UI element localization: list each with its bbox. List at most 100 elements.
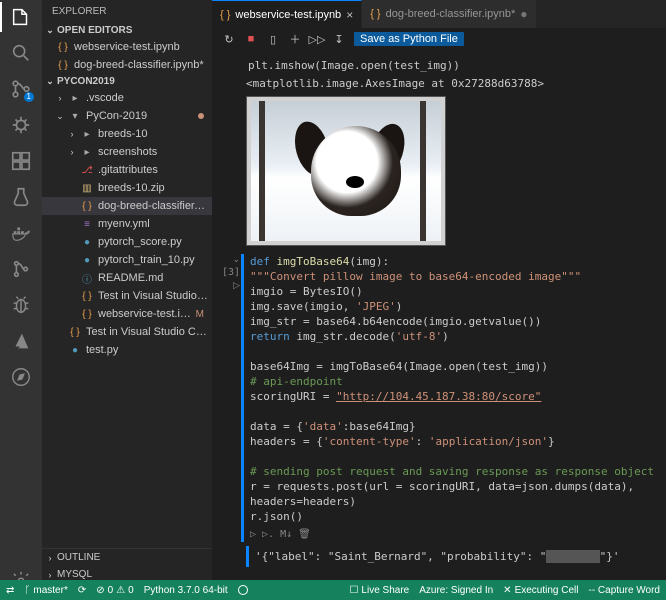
py-icon: ●: [80, 253, 94, 267]
file-label: README.md: [98, 272, 208, 284]
editor-tab[interactable]: { }dog-breed-classifier.ipynb*●: [362, 0, 536, 28]
cell-output-image: [246, 96, 446, 246]
outline-section[interactable]: ›OUTLINE: [42, 549, 212, 566]
sync-icon[interactable]: ⟳: [78, 585, 86, 596]
tree-item[interactable]: ⎇.gitattributes: [42, 161, 212, 179]
file-label: dog-breed-classifier.ipynb: [98, 200, 208, 212]
tree-item[interactable]: ⌄▾PyCon-2019: [42, 107, 212, 125]
tree-item[interactable]: { }dog-breed-classifier.ipynb: [42, 197, 212, 215]
code-line: [250, 404, 658, 419]
zip-icon: ▥: [80, 181, 94, 195]
capture-word[interactable]: -- Capture Word: [588, 585, 660, 596]
tree-item[interactable]: ≡myenv.yml: [42, 215, 212, 233]
azure-signin[interactable]: Azure: Signed In: [419, 585, 493, 596]
tree-item[interactable]: ● test.py: [42, 341, 212, 359]
tree-item[interactable]: ›▸breeds-10: [42, 125, 212, 143]
run-cell-icon[interactable]: ▷: [250, 527, 256, 542]
code-line: imgio = BytesIO(): [250, 284, 658, 299]
file-label: pytorch_score.py: [98, 236, 208, 248]
python-env[interactable]: Python 3.7.0 64-bit: [144, 585, 228, 596]
tree-item[interactable]: ›▸screenshots: [42, 143, 212, 161]
tree-item[interactable]: ● pytorch_train_10.py: [42, 251, 212, 269]
notebook-icon: { }: [68, 325, 82, 339]
run-cell-icon[interactable]: ▷: [233, 280, 240, 291]
modified-badge: M: [196, 309, 204, 320]
notebook-icon: { }: [56, 58, 70, 72]
compass-icon[interactable]: [10, 366, 32, 388]
code-line: plt.imshow(Image.open(test_img)): [248, 59, 460, 72]
modified-dot: [198, 113, 204, 119]
notebook-icon: { }: [80, 307, 94, 321]
code-line: # sending post request and saving respon…: [250, 464, 658, 479]
folder-icon: ▸: [80, 127, 94, 141]
run-above-icon[interactable]: ▯: [266, 32, 280, 46]
docker-icon[interactable]: [10, 222, 32, 244]
git-branch[interactable]: ᚴ master*: [24, 585, 67, 596]
editor-tab[interactable]: { }webservice-test.ipynb×: [212, 0, 362, 28]
cell-output-json: '{"label": "Saint_Bernard", "probability…: [246, 546, 658, 567]
tree-item[interactable]: ⓘ README.md: [42, 269, 212, 287]
tree-item[interactable]: ▥breeds-10.zip: [42, 179, 212, 197]
stop-icon[interactable]: ■: [244, 32, 258, 46]
source-control-icon[interactable]: 1: [10, 78, 32, 100]
code-cell-3[interactable]: ⌄ [3] ▷ def imgToBase64(img): """Convert…: [216, 254, 658, 542]
export-icon[interactable]: ↧: [332, 32, 346, 46]
add-cell-icon[interactable]: ＋: [288, 32, 302, 46]
search-icon[interactable]: [10, 42, 32, 64]
explorer-sidebar: EXPLORER ⌄OPEN EDITORS { }webservice-tes…: [42, 0, 212, 600]
tab-label: webservice-test.ipynb: [235, 9, 341, 21]
activity-bar: 1: [0, 0, 42, 600]
open-editors-section[interactable]: ⌄OPEN EDITORS: [42, 23, 212, 38]
file-label: test.py: [86, 344, 208, 356]
azure-icon[interactable]: [10, 330, 32, 352]
extensions-icon[interactable]: [10, 150, 32, 172]
run-below-icon[interactable]: ▷.: [262, 527, 274, 542]
remote-indicator[interactable]: ⇄: [6, 585, 14, 596]
code-line: scoringURI = "http://104.45.187.38:80/sc…: [250, 389, 658, 404]
tree-item[interactable]: ›▸.vscode: [42, 89, 212, 107]
code-line: data = {'data':base64Img}: [250, 419, 658, 434]
code-line: """Convert pillow image to base64-encode…: [250, 269, 658, 284]
file-tree: ›▸.vscode⌄▾PyCon-2019›▸breeds-10›▸screen…: [42, 89, 212, 548]
live-share[interactable]: ☐ Live Share: [349, 585, 409, 596]
file-label: screenshots: [98, 146, 208, 158]
save-as-python-hint[interactable]: Save as Python File: [354, 32, 464, 46]
run-all-icon[interactable]: ▷▷: [310, 32, 324, 46]
file-label: webservice-test.ipynb: [98, 308, 192, 320]
file-label: myenv.yml: [98, 218, 208, 230]
executing-cell[interactable]: ✕ Executing Cell: [503, 585, 578, 596]
tree-item[interactable]: { } webservice-test.ipynb M: [42, 305, 212, 323]
tab-label: dog-breed-classifier.ipynb*: [386, 8, 516, 20]
open-editor-item[interactable]: { }dog-breed-classifier.ipynb*: [42, 56, 212, 74]
tree-item[interactable]: { }Test in Visual Studio Code.ipynb: [42, 323, 212, 341]
cell-body[interactable]: def imgToBase64(img): """Convert pillow …: [241, 254, 658, 542]
delete-cell-icon[interactable]: 🗑: [298, 527, 311, 542]
session-icon[interactable]: [238, 585, 248, 595]
restart-icon[interactable]: ↻: [222, 32, 236, 46]
cell-prompt: [3]: [222, 267, 240, 278]
workspace-section[interactable]: ⌄PYCON2019: [42, 74, 212, 89]
git-graph-icon[interactable]: [10, 258, 32, 280]
problems[interactable]: ⊘ 0 ⚠ 0: [96, 585, 133, 596]
test-icon[interactable]: [10, 186, 32, 208]
open-editor-item[interactable]: { }webservice-test.ipynb: [42, 38, 212, 56]
code-line: img.save(imgio, 'JPEG'): [250, 299, 658, 314]
notebook-body[interactable]: plt.imshow(Image.open(test_img)) <matplo…: [212, 50, 666, 600]
git-icon: ⎇: [80, 163, 94, 177]
tree-item[interactable]: { }Test in Visual Studio Code.ipynb: [42, 287, 212, 305]
tree-item[interactable]: ●pytorch_score.py: [42, 233, 212, 251]
collapse-icon[interactable]: ⌄: [232, 254, 240, 265]
files-icon[interactable]: [10, 6, 32, 28]
code-line: [250, 449, 658, 464]
tab-bar: { }webservice-test.ipynb×{ }dog-breed-cl…: [212, 0, 666, 28]
close-icon[interactable]: ×: [346, 8, 353, 22]
status-bar: ⇄ ᚴ master* ⟳ ⊘ 0 ⚠ 0 Python 3.7.0 64-bi…: [0, 580, 666, 600]
close-icon[interactable]: ●: [520, 7, 527, 21]
info-icon: ⓘ: [80, 271, 94, 285]
file-label: pytorch_train_10.py: [98, 254, 208, 266]
markdown-toggle[interactable]: M↓: [280, 527, 292, 542]
debug-icon[interactable]: [10, 114, 32, 136]
folder-open-icon: ▾: [68, 109, 82, 123]
py-icon: ●: [68, 343, 82, 357]
beetle-icon[interactable]: [10, 294, 32, 316]
